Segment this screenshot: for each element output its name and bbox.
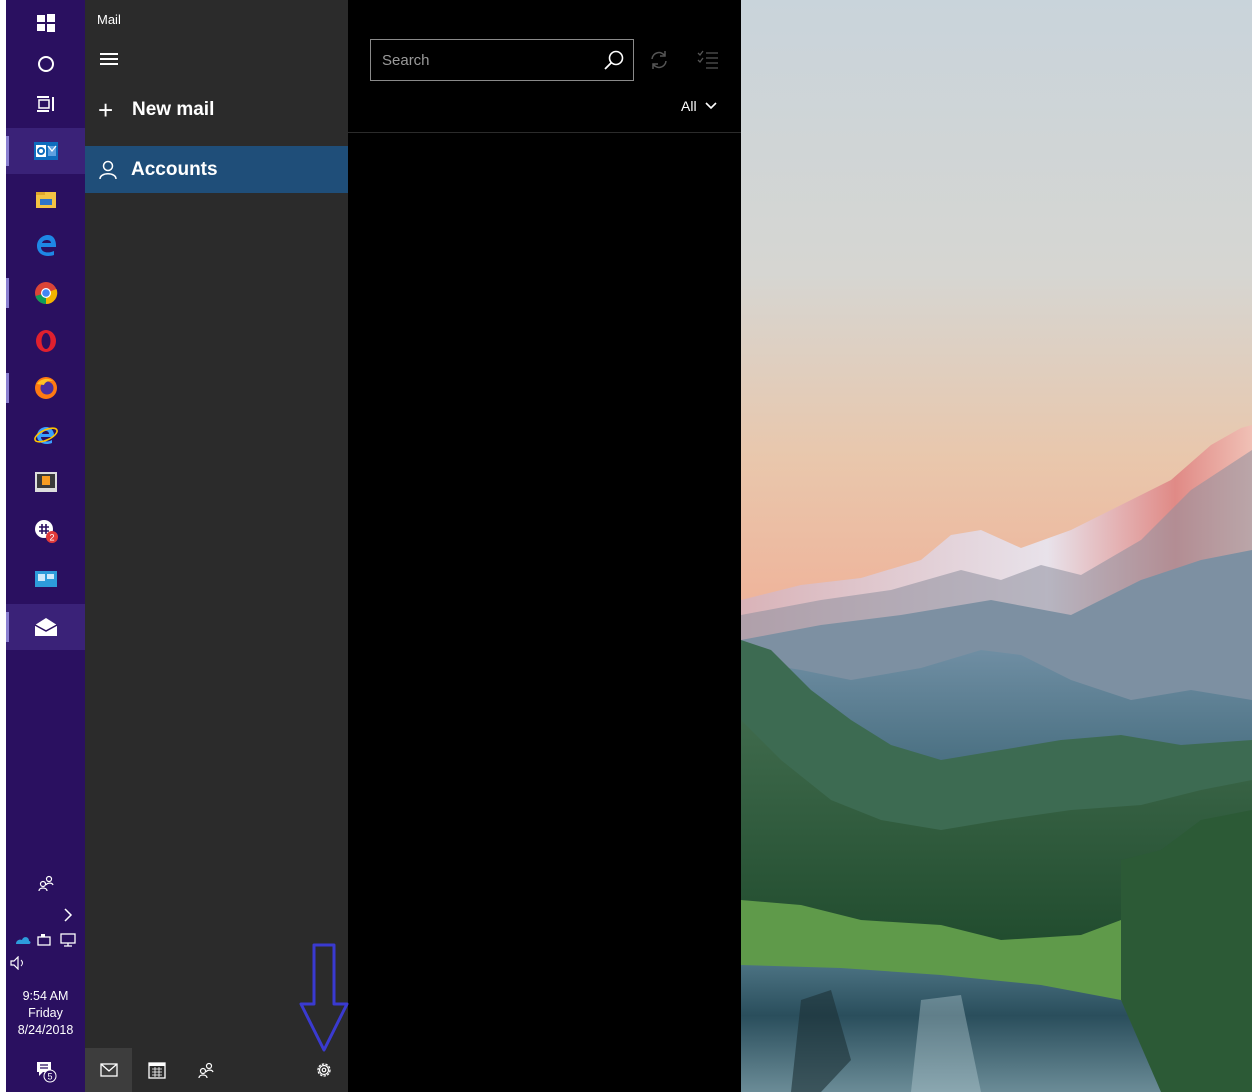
- selection-mode-icon[interactable]: [696, 48, 720, 72]
- action-center-button[interactable]: 5: [6, 1056, 85, 1086]
- hamburger-line: [100, 58, 118, 60]
- taskbar-outlook[interactable]: [6, 128, 85, 174]
- taskbar: 2 9:54 AM Friday 8/24/2018 5: [0, 0, 85, 1092]
- taskbar-firefox[interactable]: [6, 365, 85, 411]
- filter-dropdown[interactable]: All: [681, 98, 717, 114]
- people-button[interactable]: [6, 872, 85, 894]
- onedrive-icon[interactable]: [15, 934, 31, 946]
- person-icon: [99, 160, 117, 179]
- search-input[interactable]: [371, 50, 594, 70]
- windows-icon: [36, 14, 55, 32]
- clock-time: 9:54 AM: [22, 989, 69, 1003]
- task-view-icon: [36, 96, 54, 112]
- taskbar-edge[interactable]: [6, 222, 85, 268]
- switch-to-calendar-button[interactable]: [133, 1048, 180, 1092]
- message-list-pane: [348, 0, 741, 1092]
- running-indicator: [6, 136, 9, 166]
- notification-count: 5: [47, 1072, 52, 1082]
- running-indicator: [6, 612, 9, 642]
- app-switcher-bar: [85, 1048, 348, 1092]
- cortana-icon: [37, 56, 54, 72]
- accounts-button[interactable]: Accounts: [85, 146, 348, 193]
- taskbar-opera[interactable]: [6, 318, 85, 364]
- taskbar-mail[interactable]: [6, 604, 85, 650]
- app-title: Mail: [97, 12, 121, 27]
- hamburger-menu-button[interactable]: [100, 50, 118, 70]
- remote-desktop-icon: [34, 571, 57, 587]
- power-icon[interactable]: [37, 933, 53, 947]
- outlook-icon: [33, 142, 58, 160]
- settings-button[interactable]: [300, 1048, 347, 1092]
- svg-text:2: 2: [49, 533, 54, 543]
- show-hidden-icons-button[interactable]: [6, 906, 85, 924]
- network-icon[interactable]: [60, 933, 76, 947]
- taskbar-remote-desktop[interactable]: [6, 556, 85, 602]
- people-icon: [197, 1062, 214, 1079]
- firefox-icon: [34, 377, 57, 399]
- taskbar-slack[interactable]: 2: [6, 508, 85, 554]
- sync-icon[interactable]: [647, 48, 671, 72]
- search-box[interactable]: [370, 39, 634, 81]
- opera-icon: [35, 330, 56, 352]
- plus-icon: +: [98, 94, 114, 125]
- new-mail-button[interactable]: + New mail: [98, 92, 338, 128]
- annotation-arrow-icon: [299, 943, 349, 1052]
- clock[interactable]: 9:54 AM Friday 8/24/2018: [6, 988, 85, 1039]
- edge-icon: [36, 235, 56, 256]
- clock-date: 8/24/2018: [17, 1023, 74, 1037]
- calendar-icon: [147, 1062, 166, 1079]
- search-icon[interactable]: [603, 49, 625, 71]
- slack-icon: 2: [34, 520, 58, 543]
- switch-to-people-button[interactable]: [182, 1048, 229, 1092]
- taskbar-internet-explorer[interactable]: [6, 412, 85, 458]
- switch-to-mail-button[interactable]: [85, 1048, 132, 1092]
- volume-button[interactable]: [6, 954, 85, 972]
- taskbar-chrome[interactable]: [6, 270, 85, 316]
- sublime-text-icon: [34, 472, 57, 492]
- desktop-wallpaper: [741, 0, 1252, 1092]
- volume-icon: [10, 956, 23, 970]
- task-view-button[interactable]: [6, 81, 85, 127]
- taskbar-file-explorer[interactable]: [6, 176, 85, 222]
- file-explorer-icon: [35, 192, 56, 208]
- chrome-icon: [34, 282, 57, 305]
- filter-label: All: [681, 98, 697, 114]
- chevron-down-icon: [704, 102, 717, 110]
- clock-day: Friday: [28, 1006, 63, 1020]
- chevron-right-icon: [64, 908, 73, 922]
- running-indicator: [6, 278, 9, 308]
- start-button[interactable]: [6, 0, 85, 46]
- people-icon: [37, 875, 54, 892]
- internet-explorer-icon: [33, 427, 58, 445]
- hamburger-line: [100, 63, 118, 65]
- tray-icons: [6, 930, 85, 950]
- envelope-icon: [99, 1063, 118, 1077]
- mail-icon: [34, 618, 57, 636]
- mountain-landscape-image: [741, 0, 1252, 1092]
- hamburger-line: [100, 53, 118, 55]
- running-indicator: [6, 373, 9, 403]
- taskbar-sublime-text[interactable]: [6, 459, 85, 505]
- gear-icon: [316, 1063, 331, 1077]
- action-center-icon: 5: [36, 1062, 56, 1083]
- new-mail-label: New mail: [132, 99, 215, 120]
- accounts-label: Accounts: [131, 158, 218, 180]
